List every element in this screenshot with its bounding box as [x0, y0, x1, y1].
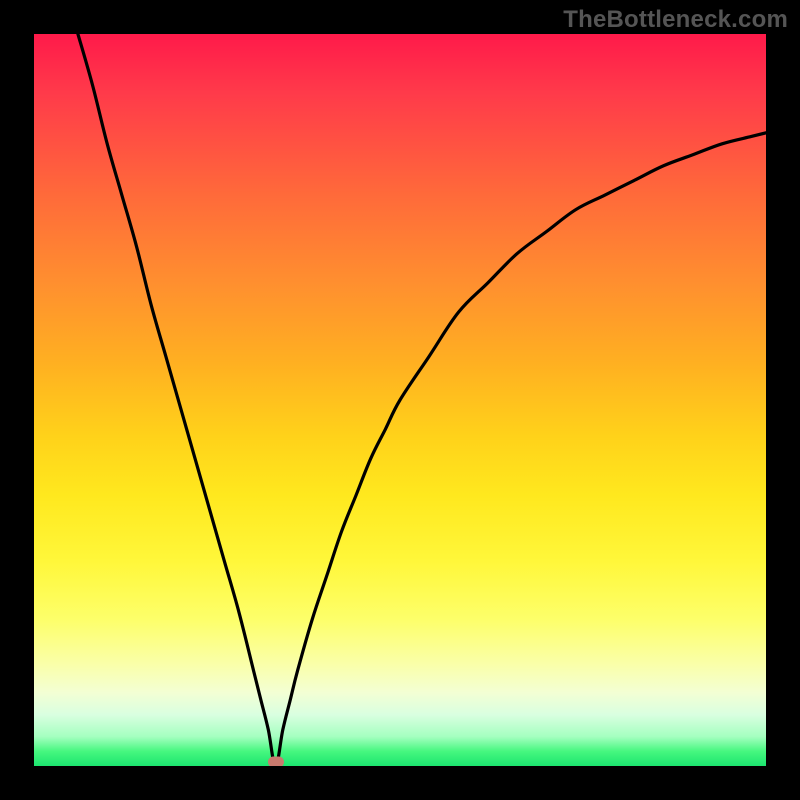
plot-area: [34, 34, 766, 766]
bottleneck-curve: [78, 34, 766, 766]
minimum-marker: [268, 757, 284, 767]
watermark-text: TheBottleneck.com: [563, 6, 788, 34]
curve-svg: [34, 34, 766, 766]
chart-frame: TheBottleneck.com: [0, 0, 800, 800]
